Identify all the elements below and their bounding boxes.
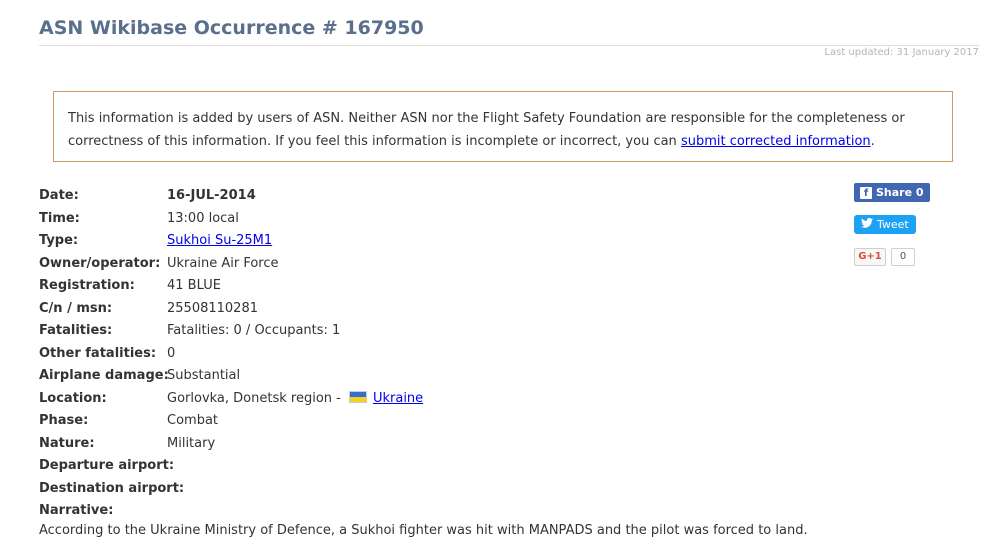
title-divider — [39, 45, 979, 46]
time-value: 13:00 local — [167, 210, 239, 226]
location-value: Gorlovka, Donetsk region - — [167, 390, 345, 406]
narrative-label: Narrative: — [39, 503, 114, 518]
cn-msn-value: 25508110281 — [167, 300, 258, 316]
country-link[interactable]: Ukraine — [373, 391, 423, 406]
facebook-share-label: Share 0 — [876, 186, 924, 199]
time-label: Time: — [39, 210, 80, 226]
destination-label: Destination airport: — [39, 480, 185, 496]
google-plus-one-button[interactable]: G+1 — [854, 248, 886, 266]
narrative-text: According to the Ukraine Ministry of Def… — [39, 523, 808, 538]
fatalities-value: Fatalities: 0 / Occupants: 1 — [167, 323, 341, 338]
ukraine-flag-icon — [348, 390, 367, 403]
cn-msn-label: C/n / msn: — [39, 300, 113, 316]
nature-label: Nature: — [39, 435, 95, 451]
google-plus-count: 0 — [891, 248, 915, 266]
facebook-icon: f — [860, 186, 872, 199]
tweet-button[interactable]: Tweet — [854, 215, 916, 234]
fatalities-label: Fatalities: — [39, 323, 113, 338]
type-label: Type: — [39, 233, 79, 248]
last-updated: Last updated: 31 January 2017 — [824, 47, 979, 58]
date-label: Date: — [39, 188, 79, 203]
aircraft-type-link[interactable]: Sukhoi Su-25M1 — [167, 233, 272, 248]
registration-value: 41 BLUE — [167, 278, 221, 293]
damage-value: Substantial — [167, 368, 241, 383]
notice-text-end: . — [870, 134, 875, 149]
submit-corrected-information-link[interactable]: submit corrected information — [681, 134, 871, 149]
twitter-bird-icon — [861, 215, 873, 234]
phase-value: Combat — [167, 413, 219, 428]
tweet-label: Tweet — [877, 218, 909, 231]
nature-value: Military — [167, 435, 216, 451]
damage-label: Airplane damage: — [39, 368, 169, 383]
phase-label: Phase: — [39, 413, 89, 428]
location-label: Location: — [39, 390, 107, 406]
other-fatalities-value: 0 — [167, 345, 176, 361]
registration-label: Registration: — [39, 278, 135, 293]
page-title: ASN Wikibase Occurrence # 167950 — [39, 17, 424, 39]
departure-label: Departure airport: — [39, 458, 175, 473]
date-value: 16-JUL-2014 — [167, 188, 256, 203]
facebook-share-button[interactable]: f Share 0 — [854, 183, 930, 202]
google-plus-widget: G+1 0 — [854, 248, 915, 266]
disclaimer-notice: This information is added by users of AS… — [53, 91, 953, 162]
owner-value: Ukraine Air Force — [167, 255, 279, 271]
owner-label: Owner/operator: — [39, 255, 161, 271]
other-fatalities-label: Other fatalities: — [39, 345, 157, 361]
